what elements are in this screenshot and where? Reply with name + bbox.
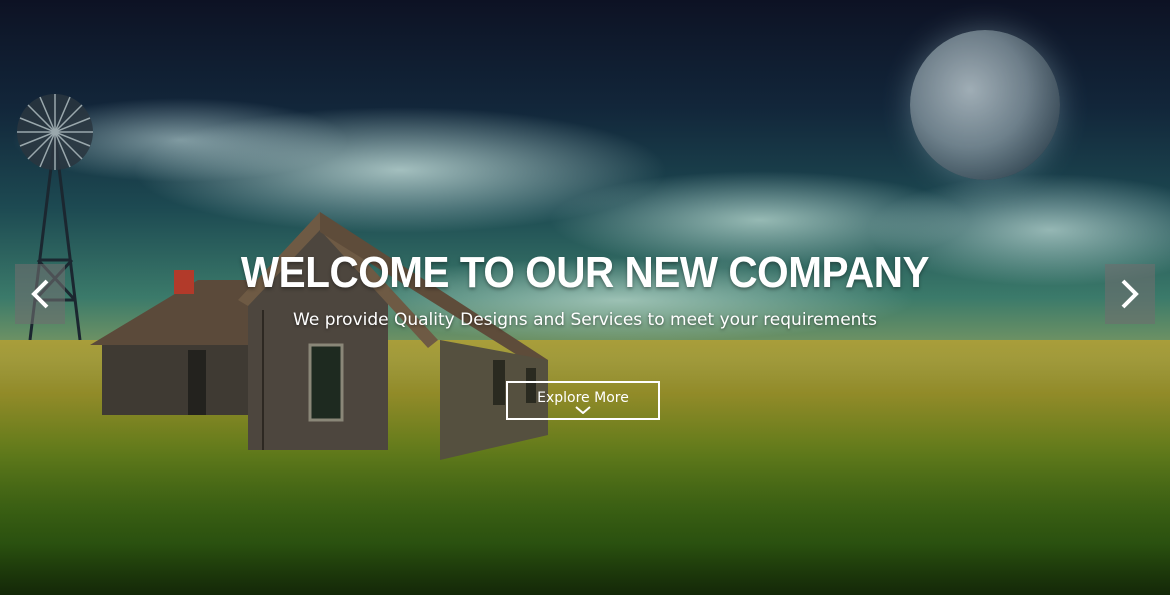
hero-slider: WELCOME TO OUR NEW COMPANY We provide Qu… <box>0 0 1170 595</box>
chevron-down-icon <box>575 406 591 414</box>
explore-more-button[interactable]: Explore More <box>506 381 660 420</box>
explore-more-label: Explore More <box>537 390 629 406</box>
hero-headline: WELCOME TO OUR NEW COMPANY <box>240 248 930 297</box>
hero-subheadline: We provide Quality Designs and Services … <box>293 310 877 330</box>
moon-image <box>910 30 1060 180</box>
